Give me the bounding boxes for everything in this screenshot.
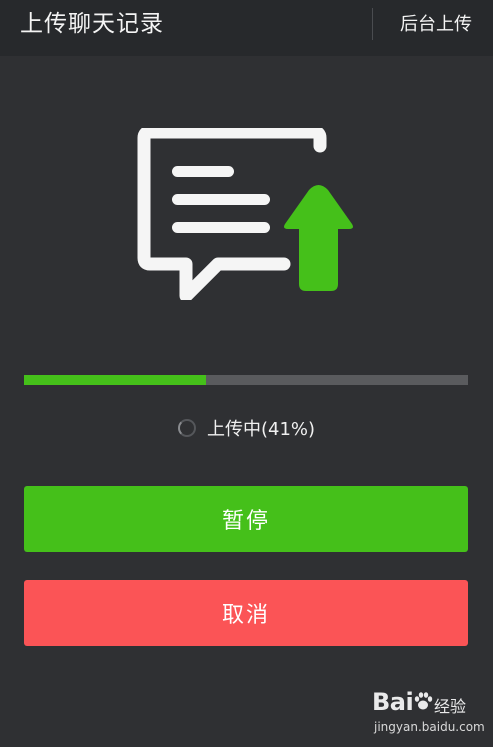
loading-spinner-icon: [177, 419, 196, 437]
cancel-button[interactable]: 取消: [24, 580, 468, 646]
upload-progress-fill: [24, 375, 207, 385]
watermark-logo-text: Bai: [372, 688, 414, 716]
page-title: 上传聊天记录: [20, 11, 164, 37]
watermark-url: jingyan.baidu.com: [374, 720, 485, 734]
background-upload-button[interactable]: 后台上传: [388, 9, 484, 41]
upload-status: 上传中(41%): [0, 412, 493, 444]
baidu-paw-icon: [414, 692, 433, 710]
baidu-jingyan-watermark: Bai 经验 jingyan.baidu.com: [372, 688, 485, 738]
upload-progress-bar: [24, 375, 468, 385]
chat-upload-icon: [137, 128, 353, 300]
watermark-suffix: 经验: [434, 697, 467, 716]
upload-status-text: 上传中(41%): [206, 419, 316, 440]
pause-button[interactable]: 暂停: [24, 486, 468, 552]
upload-arrow-icon: [284, 185, 353, 291]
top-bar: 上传聊天记录 后台上传: [0, 0, 493, 56]
header-divider: [372, 8, 373, 40]
